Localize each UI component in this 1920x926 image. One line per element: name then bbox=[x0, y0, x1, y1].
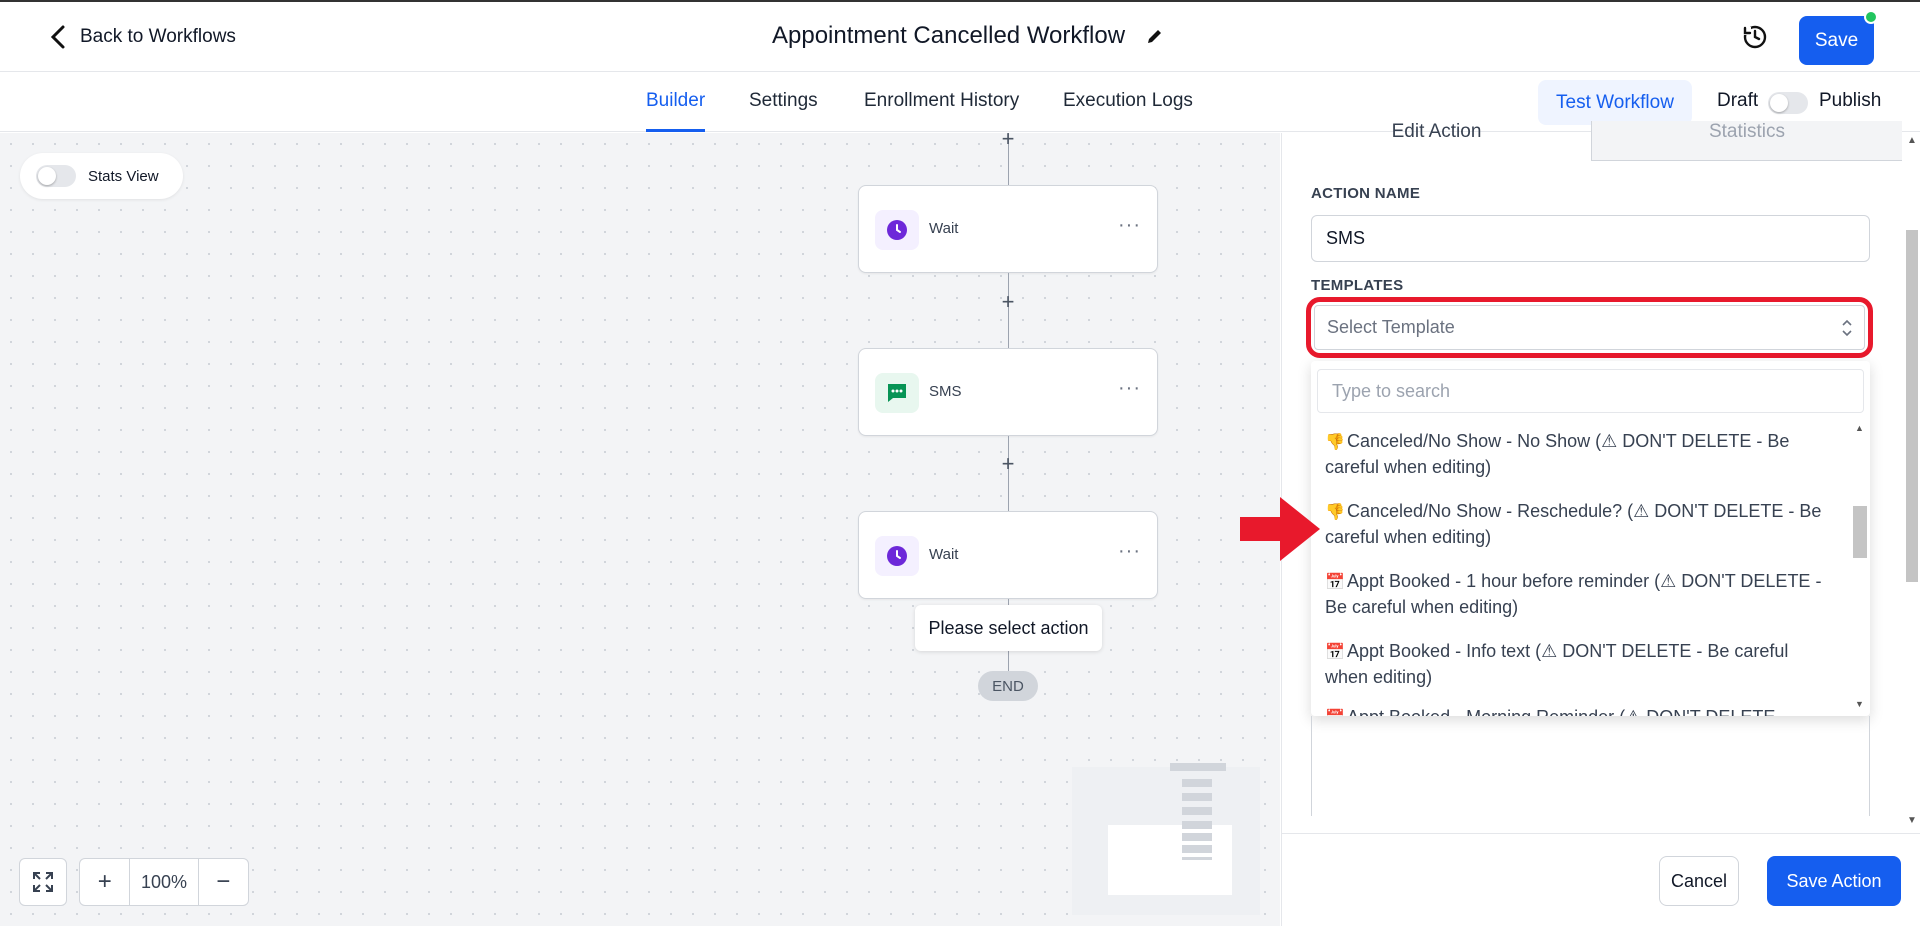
template-option[interactable]: 👎 Canceled/No Show - Reschedule? (⚠ DON'T… bbox=[1325, 499, 1825, 550]
fit-view-button[interactable] bbox=[19, 858, 67, 906]
option-label: Canceled/No Show - Reschedule? (⚠ DON'T … bbox=[1325, 501, 1822, 547]
tab-statistics[interactable]: Statistics bbox=[1592, 121, 1902, 161]
pencil-icon[interactable] bbox=[1145, 26, 1165, 46]
scroll-down-arrow[interactable]: ▼ bbox=[1907, 815, 1917, 826]
option-label: Appt Booked - Info text (⚠ DON'T DELETE … bbox=[1325, 641, 1789, 687]
panel-footer: Cancel Save Action bbox=[1282, 833, 1920, 926]
scroll-down-arrow[interactable]: ▼ bbox=[1855, 699, 1864, 709]
panel-scrollbar[interactable]: ▲ ▼ bbox=[1902, 133, 1920, 833]
minimap[interactable] bbox=[1072, 763, 1260, 915]
add-step-button[interactable]: + bbox=[998, 453, 1018, 475]
tab-execution-logs[interactable]: Execution Logs bbox=[1063, 90, 1193, 112]
thumbs-down-icon: 👎 bbox=[1325, 504, 1345, 521]
action-name-input[interactable]: SMS bbox=[1311, 215, 1870, 262]
stats-view-label: Stats View bbox=[88, 167, 159, 185]
minimap-node bbox=[1182, 821, 1212, 829]
minimap-node bbox=[1182, 845, 1212, 853]
calendar-icon: 📅 bbox=[1325, 644, 1345, 661]
draft-label: Draft bbox=[1717, 90, 1759, 111]
save-action-button[interactable]: Save Action bbox=[1767, 856, 1901, 906]
option-label: Appt Booked - 1 hour before reminder (⚠ … bbox=[1325, 571, 1822, 617]
more-options-icon[interactable]: ··· bbox=[1118, 377, 1141, 400]
back-label: Back to Workflows bbox=[80, 26, 236, 47]
node-label: Wait bbox=[929, 546, 959, 563]
stats-toggle-switch[interactable] bbox=[36, 165, 76, 187]
dropdown-scrollbar[interactable]: ▲ ▼ bbox=[1852, 421, 1868, 713]
template-option[interactable]: 👎 Canceled/No Show - No Show (⚠ DON'T DEL… bbox=[1325, 429, 1825, 480]
unsaved-indicator bbox=[1864, 10, 1878, 24]
workflow-title: Appointment Cancelled Workflow bbox=[772, 22, 1126, 49]
tab-edit-action[interactable]: Edit Action bbox=[1282, 121, 1592, 161]
thumbs-down-icon: 👎 bbox=[1325, 434, 1345, 451]
workflow-canvas[interactable]: Stats View + Wait ··· + SMS ··· + Wait ·… bbox=[0, 128, 1280, 926]
template-select[interactable]: Select Template bbox=[1314, 305, 1865, 350]
top-bar: Back to Workflows Appointment Cancelled … bbox=[0, 0, 1920, 72]
zoom-out-button[interactable]: − bbox=[199, 859, 248, 905]
more-options-icon[interactable]: ··· bbox=[1118, 540, 1141, 563]
scroll-up-arrow[interactable]: ▲ bbox=[1855, 423, 1864, 433]
clock-icon bbox=[875, 536, 919, 576]
template-option[interactable]: 📅Appt Booked - Morning Reminder (⚠ DON'T… bbox=[1325, 705, 1825, 716]
minimap-node bbox=[1182, 779, 1212, 787]
template-search-input[interactable]: Type to search bbox=[1317, 369, 1864, 413]
workflow-node-wait[interactable]: Wait ··· bbox=[858, 511, 1158, 599]
template-option[interactable]: 📅 Appt Booked - 1 hour before reminder (⚠… bbox=[1325, 569, 1825, 620]
back-to-workflows-link[interactable]: Back to Workflows bbox=[48, 24, 236, 50]
minimap-node bbox=[1182, 793, 1212, 801]
sms-icon bbox=[875, 373, 919, 413]
test-workflow-button[interactable]: Test Workflow bbox=[1538, 80, 1692, 125]
end-node: END bbox=[978, 671, 1038, 701]
template-option[interactable]: 📅 Appt Booked - Info text (⚠ DON'T DELETE… bbox=[1325, 639, 1825, 690]
active-tab-indicator bbox=[646, 129, 705, 132]
workflow-node-wait[interactable]: Wait ··· bbox=[858, 185, 1158, 273]
option-label: Appt Booked - Morning Reminder (⚠ DON'T … bbox=[1347, 707, 1775, 716]
message-textarea[interactable] bbox=[1311, 716, 1870, 816]
tab-enrollment-history[interactable]: Enrollment History bbox=[864, 90, 1019, 112]
select-placeholder: Select Template bbox=[1327, 317, 1455, 337]
save-button[interactable]: Save bbox=[1799, 16, 1874, 65]
add-step-button[interactable]: + bbox=[998, 128, 1018, 150]
minimap-viewport[interactable] bbox=[1108, 825, 1232, 895]
add-step-button[interactable]: + bbox=[998, 291, 1018, 313]
stats-view-toggle[interactable]: Stats View bbox=[20, 153, 183, 199]
minimap-node bbox=[1182, 807, 1212, 815]
scroll-up-arrow[interactable]: ▲ bbox=[1907, 135, 1917, 146]
history-icon[interactable] bbox=[1742, 24, 1768, 50]
scrollbar-thumb[interactable] bbox=[1906, 230, 1918, 582]
clock-icon bbox=[875, 210, 919, 250]
zoom-controls: + 100% − bbox=[79, 858, 249, 906]
minimap-node bbox=[1182, 857, 1212, 860]
minimap-node bbox=[1170, 763, 1226, 771]
zoom-in-button[interactable]: + bbox=[80, 859, 129, 905]
workflow-node-sms[interactable]: SMS ··· bbox=[858, 348, 1158, 436]
publish-toggle[interactable] bbox=[1768, 92, 1808, 114]
chevron-up-down-icon bbox=[1842, 319, 1852, 337]
node-label: SMS bbox=[929, 383, 962, 400]
minimap-node bbox=[1182, 833, 1212, 841]
chevron-left-icon bbox=[50, 25, 65, 49]
cancel-button[interactable]: Cancel bbox=[1659, 856, 1739, 906]
templates-label: TEMPLATES bbox=[1311, 277, 1404, 294]
action-name-label: ACTION NAME bbox=[1311, 185, 1421, 202]
tab-builder[interactable]: Builder bbox=[646, 90, 705, 112]
template-dropdown: Type to search 👎 Canceled/No Show - No Sh… bbox=[1311, 361, 1870, 716]
arrow-right-icon bbox=[1240, 497, 1320, 561]
zoom-level: 100% bbox=[129, 859, 199, 905]
option-label: Canceled/No Show - No Show (⚠ DON'T DELE… bbox=[1325, 431, 1790, 477]
tab-settings[interactable]: Settings bbox=[749, 90, 818, 112]
select-action-tooltip: Please select action bbox=[915, 605, 1102, 651]
calendar-icon: 📅 bbox=[1325, 706, 1347, 716]
publish-label: Publish bbox=[1819, 90, 1882, 111]
expand-icon bbox=[33, 872, 53, 892]
edit-action-panel: Edit Action Statistics ACTION NAME SMS T… bbox=[1281, 121, 1920, 926]
calendar-icon: 📅 bbox=[1325, 574, 1345, 591]
node-label: Wait bbox=[929, 220, 959, 237]
more-options-icon[interactable]: ··· bbox=[1118, 214, 1141, 237]
scrollbar-thumb[interactable] bbox=[1853, 506, 1867, 558]
